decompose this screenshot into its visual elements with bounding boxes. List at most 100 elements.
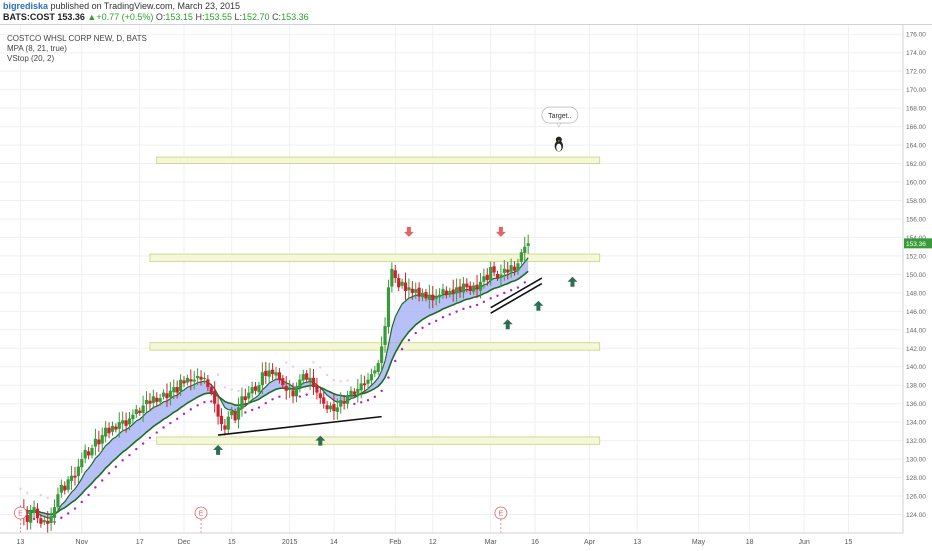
candle-up — [93, 438, 98, 447]
sell-arrow-icon — [495, 226, 506, 237]
last-price-tag-text: 153.36 — [906, 241, 926, 248]
candle-up — [335, 407, 339, 412]
candle-down — [86, 451, 91, 456]
vstop-dot — [414, 331, 417, 335]
vstop-dot — [237, 389, 240, 393]
candle-up — [260, 372, 264, 386]
vstop-dot — [319, 366, 322, 369]
candle-down — [485, 274, 489, 280]
earnings-event-letter: E — [199, 511, 204, 518]
candle-down — [451, 289, 455, 293]
symbol-label[interactable]: BATS:COST — [3, 12, 55, 22]
candle-down — [107, 427, 111, 434]
vstop-dot — [380, 389, 383, 393]
candle-down — [315, 385, 319, 393]
candle-up — [339, 399, 343, 407]
author-name[interactable]: bigrediska — [3, 1, 48, 11]
candle-down — [352, 391, 356, 395]
trendline — [217, 415, 382, 436]
price-axis-tick: 138.00 — [906, 383, 926, 390]
candle-up — [434, 296, 438, 299]
candle-down — [311, 377, 316, 388]
candle-down — [138, 410, 142, 413]
indicator-mpa-label[interactable]: MPA (8, 21, true) — [7, 44, 67, 53]
price-axis-tick: 144.00 — [906, 327, 926, 334]
vstop-dot — [26, 491, 29, 495]
candle-up — [328, 405, 333, 410]
candle-up — [294, 388, 299, 397]
candle-down — [189, 379, 193, 382]
candle-up — [247, 392, 251, 399]
candle-down — [465, 283, 469, 288]
chart-pane[interactable]: E E E Target.. 124.00 126.00 128.00 130.00 132.0… — [0, 24, 932, 551]
vstop-dot — [285, 361, 288, 364]
candle-up — [478, 281, 483, 291]
candle-up — [376, 363, 380, 372]
candle-down — [165, 393, 169, 399]
candle-up — [127, 418, 132, 425]
candle-up — [267, 370, 271, 377]
candle-down — [475, 284, 479, 290]
vstop-dot — [448, 313, 451, 316]
candle-down — [322, 397, 326, 404]
price-axis-tick: 152.00 — [906, 253, 926, 260]
candle-up — [414, 289, 418, 293]
candle-up — [301, 374, 305, 381]
vstop-dot — [250, 408, 254, 412]
support-resistance-zone — [149, 253, 601, 262]
vstop-dot — [210, 400, 213, 403]
candle-down — [291, 390, 295, 397]
candle-up — [308, 377, 312, 382]
candle-up — [83, 449, 87, 459]
vstop-dot — [400, 347, 404, 351]
price-axis-tick: 136.00 — [906, 401, 926, 408]
candle-up — [288, 388, 292, 391]
indicator-vstop-label[interactable]: VStop (20, 2) — [7, 54, 54, 63]
vstop-dot — [230, 388, 233, 391]
vstop-dot — [257, 406, 261, 409]
candle-down — [213, 391, 217, 404]
candle-up — [349, 390, 353, 395]
change-up-icon: ▲ — [87, 12, 97, 22]
vstop-dot — [175, 417, 179, 421]
vstop-dot — [141, 442, 145, 445]
price-axis-tick: 150.00 — [906, 272, 926, 279]
candle-up — [274, 372, 278, 376]
candle-down — [284, 385, 288, 391]
price-axis-tick: 130.00 — [906, 457, 926, 464]
candle-up — [437, 294, 442, 298]
candle-down — [397, 278, 401, 288]
open-label: O: — [155, 12, 166, 22]
candle-down — [253, 386, 258, 391]
candle-down — [46, 520, 50, 524]
vstop-dot — [101, 479, 104, 482]
candle-down — [73, 475, 77, 478]
vstop-dot — [407, 338, 411, 342]
price-axis-tick: 176.00 — [906, 32, 926, 39]
candle-up — [499, 274, 503, 279]
time-axis-tick: 15 — [228, 539, 236, 546]
candle-down — [209, 387, 213, 393]
time-axis-tick: 2015 — [282, 539, 298, 546]
candle-up — [66, 479, 70, 490]
candle-up — [121, 420, 125, 424]
candle-up — [192, 379, 196, 382]
support-resistance-zone — [156, 436, 601, 445]
buy-arrow-icon — [502, 319, 513, 330]
candle-down — [417, 287, 421, 297]
price-axis-tick: 160.00 — [906, 180, 926, 187]
time-axis-tick: 18 — [746, 539, 754, 546]
candle-up — [185, 377, 190, 383]
candle-down — [182, 380, 186, 384]
price-chart[interactable]: E E E Target.. 124.00 126.00 128.00 130.00 132.0… — [0, 25, 932, 551]
candle-up — [380, 346, 384, 364]
vstop-dot — [339, 380, 342, 383]
candle-up — [158, 398, 162, 402]
candle-up — [427, 294, 431, 300]
sell-arrow-icon — [403, 226, 414, 237]
time-axis-tick: Nov — [76, 539, 89, 546]
time-axis-tick: Feb — [389, 539, 401, 546]
vstop-dot — [523, 281, 526, 284]
earnings-event-letter: E — [18, 511, 23, 518]
price-axis-tick: 142.00 — [906, 346, 926, 353]
